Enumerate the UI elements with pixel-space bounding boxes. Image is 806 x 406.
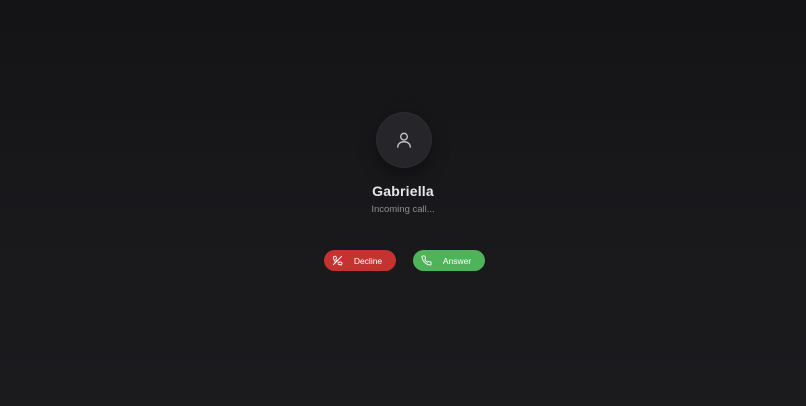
answer-button[interactable]: Answer	[413, 250, 485, 271]
decline-label: Decline	[353, 255, 383, 266]
phone-off-icon	[332, 255, 344, 267]
caller-avatar	[377, 113, 431, 167]
caller-name: Gabriella	[372, 183, 434, 199]
call-status: Incoming call...	[371, 204, 435, 215]
decline-button[interactable]: Decline	[324, 250, 396, 271]
phone-icon	[421, 255, 433, 267]
answer-label: Answer	[442, 255, 472, 266]
user-icon	[394, 130, 414, 150]
incoming-call-screen: Gabriella Incoming call... Decline Answe…	[0, 0, 806, 406]
